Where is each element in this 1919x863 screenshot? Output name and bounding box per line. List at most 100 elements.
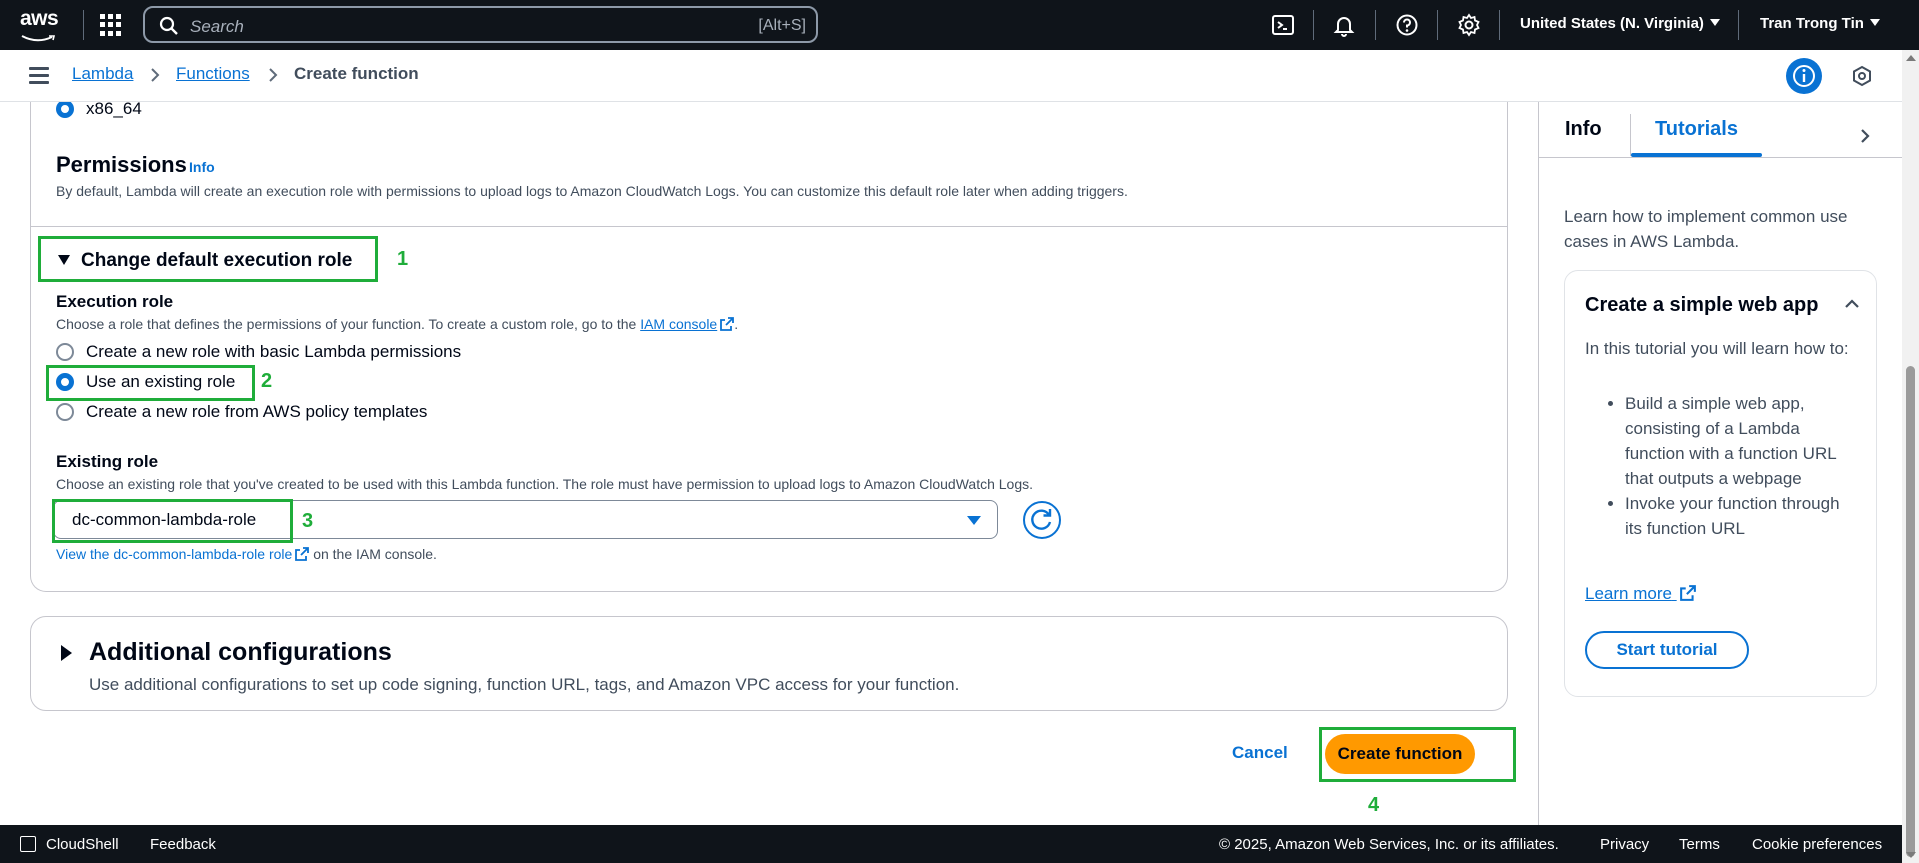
search-placeholder: Search <box>190 17 244 36</box>
annotation-box-4 <box>1319 727 1516 782</box>
divider <box>1499 10 1500 40</box>
aws-logo[interactable]: aws <box>20 8 64 42</box>
permissions-description: By default, Lambda will create an execut… <box>56 183 1128 199</box>
learn-more-label: Learn more <box>1585 584 1672 603</box>
tab-baseline <box>1539 157 1903 158</box>
execution-role-label: Execution role <box>56 292 174 311</box>
architecture-option-label: x86_64 <box>86 102 142 118</box>
execution-role-description-suffix: . <box>734 316 739 332</box>
chevron-right-icon <box>151 68 160 82</box>
settings-gear-icon[interactable] <box>1457 13 1481 37</box>
permissions-title: Permissions <box>56 152 187 177</box>
chevron-down-icon <box>1709 19 1720 26</box>
page-scrollbar[interactable] <box>1902 50 1919 863</box>
role-option-new-basic-label[interactable]: Create a new role with basic Lambda perm… <box>86 342 461 362</box>
view-role-line: View the dc-common-lambda-role role on t… <box>56 546 437 562</box>
role-option-templates-radio[interactable] <box>56 403 74 421</box>
footer-cloudshell[interactable]: CloudShell <box>46 836 119 853</box>
start-tutorial-button[interactable]: Start tutorial <box>1585 631 1749 669</box>
region-label: United States (N. Virginia) <box>1520 15 1704 32</box>
chevron-up-icon[interactable] <box>1843 297 1861 309</box>
search-input[interactable]: Search [Alt+S] <box>143 6 818 43</box>
info-panel-toggle[interactable] <box>1786 58 1822 94</box>
breadcrumb-bar <box>0 50 1902 102</box>
external-link-icon <box>720 317 735 331</box>
existing-role-label: Existing role <box>56 452 159 471</box>
info-icon <box>1793 65 1815 87</box>
tutorial-bullets: Build a simple web app, consisting of a … <box>1605 391 1860 541</box>
amazon-q-icon[interactable] <box>1851 65 1873 87</box>
tab-separator <box>1630 114 1631 156</box>
search-shortcut: [Alt+S] <box>758 17 806 34</box>
cloudshell-icon[interactable] <box>1271 13 1295 37</box>
help-panel: Info Tutorials Learn how to implement co… <box>1538 102 1903 825</box>
region-selector[interactable]: United States (N. Virginia) <box>1520 15 1720 32</box>
role-option-new-basic-radio[interactable] <box>56 343 74 361</box>
tab-tutorials[interactable]: Tutorials <box>1655 118 1738 141</box>
refresh-icon <box>1031 509 1052 530</box>
divider <box>83 10 84 40</box>
list-item: Build a simple web app, consisting of a … <box>1625 391 1860 491</box>
aws-logo-text: aws <box>20 7 59 30</box>
help-icon[interactable] <box>1395 13 1419 37</box>
account-menu[interactable]: Tran Trong Tin <box>1760 15 1880 32</box>
chevron-down-icon <box>1869 19 1880 26</box>
additional-configurations-description: Use additional configurations to set up … <box>89 675 960 694</box>
footer-feedback[interactable]: Feedback <box>150 836 216 853</box>
dropdown-caret-icon <box>967 516 981 525</box>
footer-cookie-preferences[interactable]: Cookie preferences <box>1752 836 1882 853</box>
additional-configurations-card[interactable]: Additional configurations Use additional… <box>30 616 1508 711</box>
execution-role-description-text: Choose a role that defines the permissio… <box>56 316 641 332</box>
scroll-down-arrow-icon[interactable] <box>1906 852 1916 858</box>
footer-privacy[interactable]: Privacy <box>1600 836 1649 853</box>
search-icon <box>159 16 178 35</box>
scroll-up-arrow-icon[interactable] <box>1906 55 1916 61</box>
annotation-number-4: 4 <box>1368 794 1380 816</box>
external-link-icon <box>1679 585 1696 601</box>
view-role-link[interactable]: View the dc-common-lambda-role role <box>56 546 292 562</box>
refresh-roles-button[interactable] <box>1023 501 1061 539</box>
cloudshell-icon <box>20 836 36 852</box>
execution-role-description: Choose a role that defines the permissio… <box>56 316 738 332</box>
chevron-right-icon <box>269 68 278 82</box>
tab-info[interactable]: Info <box>1565 118 1602 141</box>
external-link-icon <box>295 547 310 561</box>
chevron-right-icon[interactable] <box>1858 126 1872 146</box>
divider <box>1738 10 1739 40</box>
breadcrumb-functions[interactable]: Functions <box>176 64 250 84</box>
footer-terms[interactable]: Terms <box>1679 836 1720 853</box>
tutorial-card: Create a simple web app In this tutorial… <box>1564 270 1877 697</box>
annotation-number-2: 2 <box>261 370 273 392</box>
learn-more-link[interactable]: Learn more <box>1585 584 1696 604</box>
divider <box>1313 10 1314 40</box>
existing-role-description: Choose an existing role that you've crea… <box>56 476 1034 492</box>
annotation-number-1: 1 <box>397 248 409 270</box>
tutorial-title: Create a simple web app <box>1585 294 1819 316</box>
notifications-bell-icon[interactable] <box>1332 13 1356 37</box>
cancel-button[interactable]: Cancel <box>1232 743 1288 763</box>
additional-configurations-title: Additional configurations <box>89 638 392 666</box>
main-content: x86_64 Permissions Info By default, Lamb… <box>0 102 1538 825</box>
services-menu-icon[interactable] <box>100 14 122 36</box>
divider <box>1375 10 1376 40</box>
account-name: Tran Trong Tin <box>1760 15 1864 32</box>
role-option-templates-label[interactable]: Create a new role from AWS policy templa… <box>86 402 427 422</box>
caret-right-icon <box>61 645 72 661</box>
annotation-number-3: 3 <box>302 510 314 532</box>
hamburger-menu-icon[interactable] <box>29 67 49 84</box>
permissions-info-link[interactable]: Info <box>189 159 215 175</box>
iam-console-link[interactable]: IAM console <box>640 316 717 332</box>
aws-smile-icon <box>21 35 56 42</box>
annotation-box-3 <box>52 499 293 543</box>
divider <box>1437 10 1438 40</box>
section-divider <box>30 226 1508 227</box>
top-navigation: aws Search [Alt+S] United States (N. Vir… <box>0 0 1919 50</box>
breadcrumb-current: Create function <box>294 64 419 83</box>
annotation-box-1 <box>38 236 378 282</box>
tutorial-paragraph: In this tutorial you will learn how to: <box>1585 339 1849 358</box>
view-role-suffix: on the IAM console. <box>313 546 437 562</box>
panel-intro: Learn how to implement common use cases … <box>1564 207 1848 251</box>
list-item: Invoke your function through its functio… <box>1625 491 1860 541</box>
breadcrumb-lambda[interactable]: Lambda <box>72 64 133 84</box>
scrollbar-thumb[interactable] <box>1906 366 1915 857</box>
